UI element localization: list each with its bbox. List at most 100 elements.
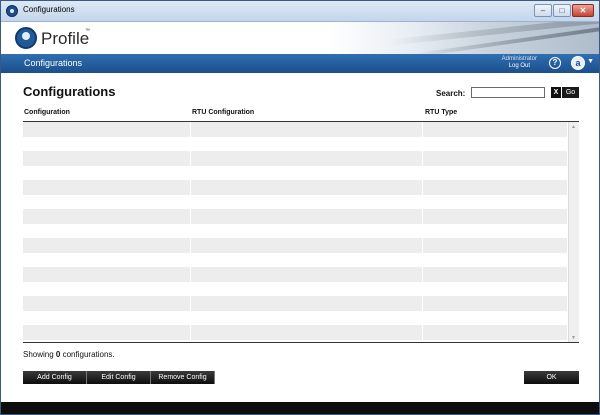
table-cell xyxy=(23,310,191,325)
table-header: Configuration RTU Configuration RTU Type xyxy=(23,105,579,122)
table-cell xyxy=(423,180,568,195)
table-cell xyxy=(191,209,423,224)
table-row[interactable] xyxy=(23,223,568,238)
table-row[interactable] xyxy=(23,209,568,224)
logout-link[interactable]: Log Out xyxy=(502,63,537,70)
table-cell xyxy=(423,151,568,166)
go-button[interactable]: Go xyxy=(562,87,579,98)
table-cell xyxy=(423,194,568,209)
table-cell xyxy=(23,136,191,151)
table-cell xyxy=(191,325,423,340)
table-cell xyxy=(191,281,423,296)
page-title: Configurations xyxy=(23,84,116,99)
table-cell xyxy=(23,180,191,195)
column-header-rtu-configuration[interactable]: RTU Configuration xyxy=(192,109,254,116)
table-cell xyxy=(23,165,191,180)
table-cell xyxy=(423,238,568,253)
chevron-down-icon[interactable]: ▼ xyxy=(587,58,594,65)
table-cell xyxy=(23,325,191,340)
vertical-scrollbar[interactable]: ▲ ▼ xyxy=(568,122,579,343)
table-cell xyxy=(191,267,423,282)
table-cell xyxy=(423,122,568,137)
table-cell xyxy=(191,136,423,151)
table-row[interactable] xyxy=(23,136,568,151)
table-row[interactable] xyxy=(23,180,568,195)
app-menu-icon[interactable]: a xyxy=(571,56,585,70)
table-row[interactable] xyxy=(23,310,568,325)
app-logo-icon xyxy=(6,5,18,17)
table-cell xyxy=(23,223,191,238)
table-cell xyxy=(23,267,191,282)
table-cell xyxy=(191,165,423,180)
table-cell xyxy=(191,310,423,325)
table-cell xyxy=(423,325,568,340)
close-button[interactable]: ✕ xyxy=(572,4,594,17)
search-label: Search: xyxy=(436,89,466,98)
table-cell xyxy=(423,209,568,224)
table-row[interactable] xyxy=(23,252,568,267)
table-cell xyxy=(23,194,191,209)
table-cell xyxy=(191,151,423,166)
table-cell xyxy=(191,238,423,253)
table-cell xyxy=(191,296,423,311)
table-row[interactable] xyxy=(23,267,568,282)
column-header-rtu-type[interactable]: RTU Type xyxy=(425,109,457,116)
footer-bar xyxy=(1,402,599,414)
table-cell xyxy=(423,252,568,267)
table-cell xyxy=(423,165,568,180)
status-text: Showing 0 configurations. xyxy=(23,350,115,359)
table-row[interactable] xyxy=(23,122,568,137)
header-banner-image xyxy=(329,22,599,54)
table-cell xyxy=(191,122,423,137)
table-cell xyxy=(423,281,568,296)
table-row[interactable] xyxy=(23,238,568,253)
logo-text: Profile xyxy=(41,29,90,48)
table-cell xyxy=(423,267,568,282)
scroll-up-icon[interactable]: ▲ xyxy=(571,124,576,130)
minimize-button[interactable]: – xyxy=(534,4,552,17)
window-controls: – □ ✕ xyxy=(534,4,594,17)
configurations-table: Configuration RTU Configuration RTU Type… xyxy=(23,105,579,343)
help-icon[interactable]: ? xyxy=(549,57,561,69)
window-title: Configurations xyxy=(23,5,75,14)
nav-bar: Configurations Administrator Log Out ? a… xyxy=(1,54,599,73)
table-cell xyxy=(423,296,568,311)
maximize-button[interactable]: □ xyxy=(553,4,571,17)
ok-button[interactable]: OK xyxy=(524,371,579,384)
table-cell xyxy=(191,252,423,267)
add-config-button[interactable]: Add Config xyxy=(23,371,87,384)
app-window: Configurations – □ ✕ Profile ™ Configura… xyxy=(0,0,600,415)
table-row[interactable] xyxy=(23,325,568,340)
remove-config-button[interactable]: Remove Config xyxy=(151,371,215,384)
clear-search-button[interactable]: X xyxy=(551,87,561,98)
table-cell xyxy=(191,223,423,238)
table-cell xyxy=(23,238,191,253)
profile-logo-icon xyxy=(15,27,37,49)
table-cell xyxy=(423,223,568,238)
nav-title: Configurations xyxy=(24,58,83,68)
table-cell xyxy=(23,151,191,166)
scroll-down-icon[interactable]: ▼ xyxy=(571,335,576,341)
edit-config-button[interactable]: Edit Config xyxy=(87,371,151,384)
title-bar[interactable]: Configurations – □ ✕ xyxy=(1,1,599,22)
search-input[interactable] xyxy=(471,87,545,98)
table-body xyxy=(23,122,568,341)
column-header-configuration[interactable]: Configuration xyxy=(24,109,70,116)
table-cell xyxy=(23,122,191,137)
table-row[interactable] xyxy=(23,165,568,180)
logo-trademark: ™ xyxy=(85,28,90,34)
table-cell xyxy=(23,281,191,296)
table-cell xyxy=(191,180,423,195)
table-cell xyxy=(23,296,191,311)
table-row[interactable] xyxy=(23,296,568,311)
table-row[interactable] xyxy=(23,194,568,209)
user-block: Administrator Log Out xyxy=(502,56,537,70)
status-suffix: configurations. xyxy=(62,350,115,359)
table-cell xyxy=(23,252,191,267)
table-cell xyxy=(23,209,191,224)
user-name: Administrator xyxy=(501,56,537,62)
table-bottom-divider xyxy=(23,342,579,343)
table-row[interactable] xyxy=(23,151,568,166)
status-count: 0 xyxy=(55,350,61,359)
table-row[interactable] xyxy=(23,281,568,296)
